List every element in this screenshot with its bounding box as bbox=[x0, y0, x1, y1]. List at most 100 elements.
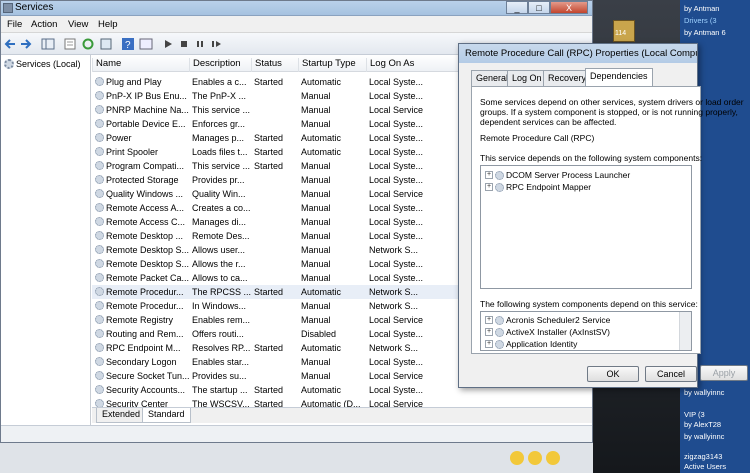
service-icon bbox=[95, 287, 104, 296]
expand-icon[interactable]: + bbox=[485, 171, 493, 179]
tab-extended[interactable]: Extended bbox=[96, 408, 147, 423]
tree-node[interactable]: + Acronis Scheduler2 Service bbox=[485, 314, 610, 326]
expand-icon[interactable]: + bbox=[485, 328, 493, 336]
forum-text[interactable]: Drivers (3 bbox=[684, 16, 717, 25]
forum-text: by Antman bbox=[684, 4, 720, 13]
cell-description: Enables rem... bbox=[192, 315, 251, 325]
tab-recovery[interactable]: Recovery bbox=[543, 70, 592, 86]
cell-description: Creates a co... bbox=[192, 203, 251, 213]
cell-log-on-as: Local Service bbox=[369, 399, 424, 407]
expand-icon[interactable]: + bbox=[485, 316, 493, 324]
dialog-title[interactable]: Remote Procedure Call (RPC) Properties (… bbox=[459, 44, 697, 63]
console-icon[interactable] bbox=[139, 37, 153, 51]
stop-service-icon[interactable] bbox=[177, 37, 191, 51]
cell-log-on-as: Network S... bbox=[369, 245, 419, 255]
dependents-scrollbar[interactable] bbox=[679, 312, 691, 350]
cell-startup-type: Manual bbox=[301, 231, 331, 241]
dependencies-panel: Some services depend on other services, … bbox=[471, 86, 744, 354]
help-icon[interactable]: ? bbox=[121, 37, 135, 51]
column-header-description[interactable]: Description bbox=[189, 58, 251, 72]
cell-startup-type: Manual bbox=[301, 189, 331, 199]
tree-node[interactable]: + ActiveX Installer (AxInstSV) bbox=[485, 326, 610, 338]
cancel-button[interactable]: Cancel bbox=[645, 366, 697, 382]
service-icon bbox=[95, 273, 104, 282]
smiley-icon[interactable] bbox=[546, 451, 560, 465]
restart-service-icon[interactable] bbox=[209, 37, 223, 51]
pause-service-icon[interactable] bbox=[193, 37, 207, 51]
service-icon bbox=[95, 399, 104, 407]
tree-node[interactable]: + RPC Endpoint Mapper bbox=[485, 181, 591, 193]
service-icon bbox=[95, 91, 104, 100]
cell-startup-type: Manual bbox=[301, 315, 331, 325]
properties-icon[interactable] bbox=[63, 37, 77, 51]
cell-log-on-as: Local Syste... bbox=[369, 231, 424, 241]
cell-startup-type: Automatic bbox=[301, 287, 342, 297]
column-header-startup-type[interactable]: Startup Type bbox=[298, 58, 366, 72]
view-tabs: Extended Standard bbox=[92, 407, 592, 423]
cell-startup-type: Manual bbox=[301, 203, 331, 213]
tab-standard[interactable]: Standard bbox=[142, 408, 191, 423]
tree-item-services-local[interactable]: Services (Local) bbox=[4, 59, 81, 69]
cell-name: Remote Packet Ca... bbox=[106, 273, 190, 283]
forward-icon[interactable] bbox=[19, 37, 33, 51]
cell-name: RPC Endpoint M... bbox=[106, 343, 181, 353]
export-icon[interactable] bbox=[99, 37, 113, 51]
tab-dependencies[interactable]: Dependencies bbox=[585, 68, 653, 87]
menu-file[interactable]: File bbox=[7, 19, 22, 30]
close-button[interactable]: X bbox=[550, 1, 588, 14]
cell-description: Enables a c... bbox=[192, 77, 247, 87]
column-header-log-on-as[interactable]: Log On As bbox=[366, 58, 426, 72]
cell-log-on-as: Local Service bbox=[369, 315, 424, 325]
minimize-button[interactable]: _ bbox=[506, 1, 528, 14]
tree-node-label: Application Identity bbox=[506, 339, 578, 349]
depends-tree[interactable]: + DCOM Server Process Launcher + RPC Endpo… bbox=[480, 165, 692, 289]
menu-help[interactable]: Help bbox=[98, 19, 118, 30]
forum-text: by wallyinnc bbox=[684, 432, 725, 441]
cell-description: Provides pr... bbox=[192, 175, 245, 185]
back-icon[interactable] bbox=[3, 37, 17, 51]
tree-node[interactable]: + Application Identity bbox=[485, 338, 577, 350]
cell-name: PNRP Machine Na... bbox=[106, 105, 189, 115]
cell-description: This service ... bbox=[192, 105, 251, 115]
cell-name: Program Compati... bbox=[106, 161, 185, 171]
cell-name: Security Accounts... bbox=[106, 385, 186, 395]
forum-text: zigzag3143 bbox=[684, 452, 723, 461]
tree-node[interactable]: +Application Information bbox=[485, 350, 592, 351]
menu-action[interactable]: Action bbox=[31, 19, 57, 30]
cell-log-on-as: Local Syste... bbox=[369, 217, 424, 227]
expand-icon[interactable]: + bbox=[485, 340, 493, 348]
service-icon bbox=[95, 133, 104, 142]
tree-node[interactable]: + DCOM Server Process Launcher bbox=[485, 169, 630, 181]
cell-name: Remote Desktop S... bbox=[106, 259, 190, 269]
smiley-icon[interactable] bbox=[510, 451, 524, 465]
refresh-icon[interactable] bbox=[81, 37, 95, 51]
title-bar[interactable]: Services _ □ X bbox=[1, 1, 592, 16]
maximize-button[interactable]: □ bbox=[528, 1, 550, 14]
dependents-tree[interactable]: + Acronis Scheduler2 Service + ActiveX Inst… bbox=[480, 311, 692, 351]
ok-button[interactable]: OK bbox=[587, 366, 639, 382]
show-tree-icon[interactable] bbox=[41, 37, 55, 51]
cell-log-on-as: Local Service bbox=[369, 189, 424, 199]
intro-text: groups. If a system component is stopped… bbox=[480, 107, 738, 117]
service-icon bbox=[95, 343, 104, 352]
badge-count: 114 bbox=[615, 30, 627, 37]
cell-description: Manages p... bbox=[192, 133, 245, 143]
smiley-icon[interactable] bbox=[528, 451, 542, 465]
cell-log-on-as: Local Syste... bbox=[369, 357, 424, 367]
forum-text: by Antman 6 bbox=[684, 28, 726, 37]
start-service-icon[interactable] bbox=[161, 37, 175, 51]
cell-description: In Windows... bbox=[192, 301, 247, 311]
column-header-name[interactable]: Name bbox=[92, 58, 189, 72]
cell-name: Remote Desktop ... bbox=[106, 231, 184, 241]
service-icon bbox=[95, 105, 104, 114]
cell-description: Allows to ca... bbox=[192, 273, 248, 283]
expand-icon[interactable]: + bbox=[485, 183, 493, 191]
menu-view[interactable]: View bbox=[68, 19, 88, 30]
table-row[interactable]: Security Center The WSCSV... Started Automa… bbox=[92, 397, 592, 407]
tab-log-on[interactable]: Log On bbox=[507, 70, 547, 86]
cell-log-on-as: Local Syste... bbox=[369, 147, 424, 157]
column-header-status[interactable]: Status bbox=[251, 58, 298, 72]
cell-startup-type: Manual bbox=[301, 259, 331, 269]
apply-button[interactable]: Apply bbox=[700, 365, 748, 381]
cell-log-on-as: Local Syste... bbox=[369, 175, 424, 185]
